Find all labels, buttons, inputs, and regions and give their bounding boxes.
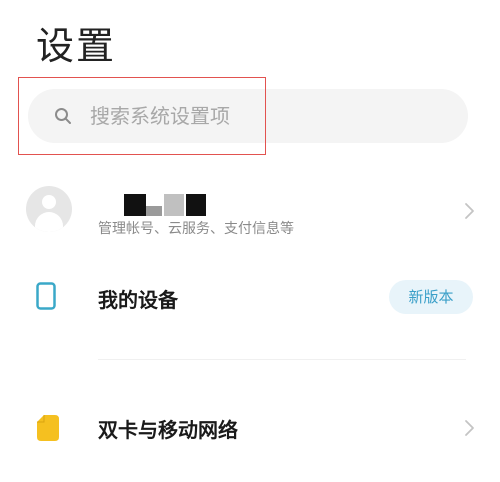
phone-device-icon	[36, 282, 56, 310]
search-bar[interactable]	[28, 89, 468, 143]
chevron-right-icon	[465, 203, 474, 219]
avatar-placeholder-icon	[26, 186, 72, 232]
search-input[interactable]	[90, 89, 390, 143]
page-title: 设置	[36, 24, 117, 68]
account-row[interactable]: 管理帐号、云服务、支付信息等	[0, 176, 500, 246]
settings-item-dual-sim-network[interactable]: 双卡与移动网络	[0, 400, 500, 456]
search-icon	[55, 108, 71, 124]
settings-item-my-device[interactable]: 我的设备 新版本	[0, 270, 500, 326]
sim-card-icon	[37, 415, 59, 441]
chevron-right-icon	[465, 420, 474, 436]
divider	[98, 359, 466, 360]
settings-item-label: 双卡与移动网络	[98, 418, 238, 442]
account-name-redacted	[124, 194, 208, 216]
new-version-badge: 新版本	[389, 280, 473, 314]
account-subtitle: 管理帐号、云服务、支付信息等	[98, 221, 294, 237]
settings-item-label: 我的设备	[98, 288, 178, 312]
